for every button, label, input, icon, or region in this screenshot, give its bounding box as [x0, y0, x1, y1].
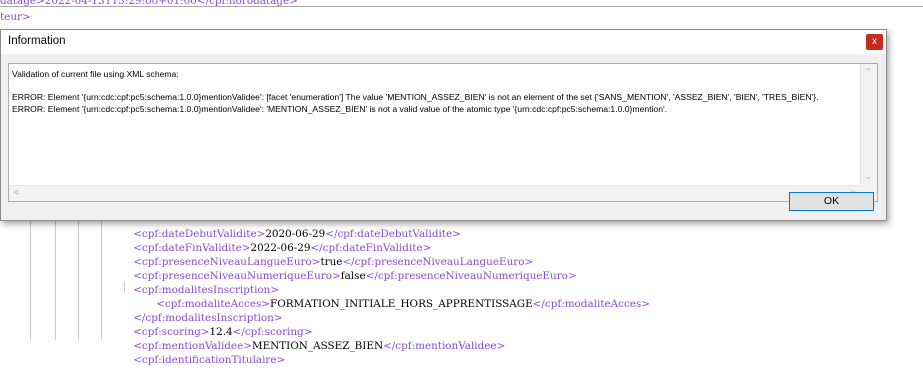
code-line[interactable]: <cpf:modalitesInscription> — [120, 269, 279, 296]
message-line: ERROR: Element '{urn:cdc:cpf:pc5:schema:… — [12, 92, 819, 102]
indent-guide — [101, 218, 102, 340]
scroll-left-icon[interactable]: < — [14, 188, 19, 198]
code-line[interactable]: <cpf:dateFinValidite>2022-06-29</cpf:dat… — [120, 227, 431, 254]
code-line[interactable]: <cpf:presenceNiveauNumeriqueEuro>false</… — [120, 255, 576, 282]
dialog-titlebar[interactable]: Information x — [1, 30, 886, 54]
vertical-scrollbar[interactable]: ⌃ ⌄ — [860, 64, 877, 185]
message-line: Validation of current file using XML sch… — [12, 69, 179, 79]
dialog-title: Information — [8, 35, 66, 47]
ok-button[interactable]: OK — [789, 192, 874, 211]
scroll-up-icon[interactable]: ⌃ — [865, 67, 872, 77]
message-line: ERROR: Element '{urn:cdc:cpf:pc5:schema:… — [12, 104, 668, 114]
code-line[interactable]: <cpf:modaliteAcces>FORMATION_INITIALE_HO… — [143, 283, 650, 310]
close-icon: x — [872, 36, 877, 47]
editor-divider — [0, 6, 923, 7]
message-text-area[interactable]: Validation of current file using XML sch… — [8, 63, 878, 202]
indent-guide — [30, 218, 31, 340]
close-button[interactable]: x — [866, 34, 883, 50]
code-line[interactable]: <cpf:identificationTitulaire> — [120, 339, 285, 366]
horizontal-scrollbar[interactable]: < > — [9, 185, 861, 201]
information-dialog: Information x Validation of current file… — [0, 29, 887, 221]
scroll-down-icon[interactable]: ⌄ — [865, 172, 872, 182]
indent-guide — [78, 218, 79, 340]
editor-header-line-2: teur> — [0, 11, 31, 23]
code-line[interactable]: </cpf:modalitesInscription> — [120, 297, 282, 324]
code-line[interactable]: <cpf:mentionValidee>MENTION_ASSEZ_BIEN</… — [120, 325, 505, 352]
code-line[interactable]: <cpf:presenceNiveauLangueEuro>true</cpf:… — [120, 241, 533, 268]
indent-guide — [55, 218, 56, 340]
code-line[interactable]: <cpf:scoring>12.4</cpf:scoring> — [120, 311, 312, 338]
